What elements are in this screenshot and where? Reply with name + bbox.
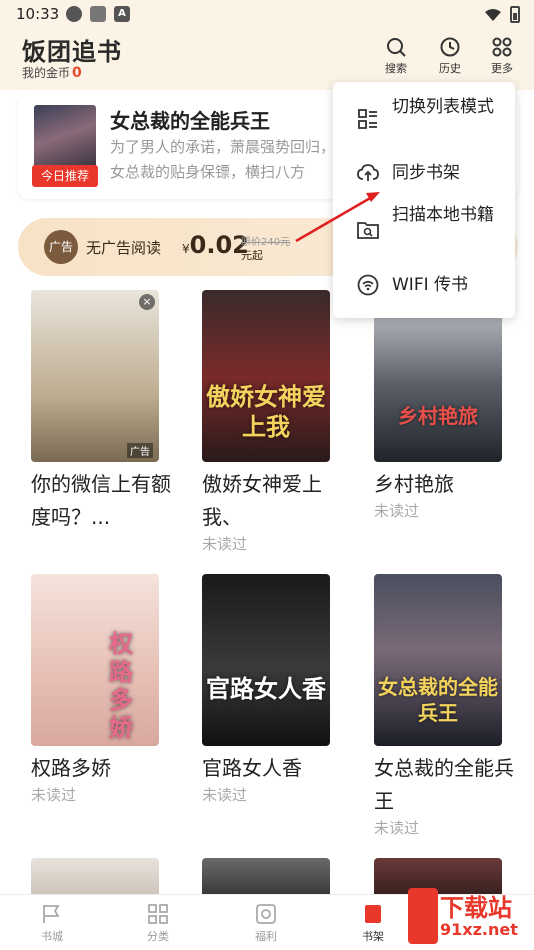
book-cover: × 广告: [31, 290, 159, 462]
menu-item-label: WIFI 传书: [392, 275, 469, 295]
more-icon: [492, 37, 512, 57]
ad-free-icon: 广告: [44, 230, 78, 264]
menu-item-scan-local[interactable]: 扫描本地书籍: [333, 200, 515, 262]
book-title: 乡村艳旅: [374, 472, 454, 496]
bookshelf-icon: [365, 905, 381, 923]
tab-label: 福利: [255, 930, 277, 943]
tab-label: 书城: [41, 930, 63, 943]
menu-item-label: 切换列表模式: [392, 97, 494, 117]
status-time: 10:33: [16, 5, 60, 23]
more-button[interactable]: 更多: [482, 36, 522, 76]
book-item[interactable]: 乡村艳旅 乡村艳旅 未读过: [374, 290, 504, 521]
book-item[interactable]: 官路女人香 官路女人香 未读过: [202, 574, 332, 805]
history-icon: [440, 37, 460, 57]
tab-bookshelf[interactable]: 书架: [343, 903, 403, 944]
more-label: 更多: [491, 62, 513, 75]
price-unit: 元起: [241, 249, 263, 262]
bookstore-icon: [43, 905, 60, 923]
category-icon: [148, 904, 168, 924]
cover-title: 乡村艳旅: [398, 404, 478, 428]
more-menu: 切换列表模式 同步书架 扫描本地书籍 WIFI 传书: [333, 82, 515, 318]
banner-title: 女总裁的全能兵王: [110, 109, 270, 133]
welfare-icon: [256, 904, 276, 924]
book-title: 傲娇女神爱上我、: [202, 472, 322, 529]
coins-value: 0: [72, 65, 82, 81]
price-amount: 0.02: [189, 231, 249, 259]
status-icons: A: [66, 6, 130, 22]
search-button[interactable]: 搜索: [376, 36, 416, 76]
book-cover: 官路女人香: [202, 574, 330, 746]
cover-title: 权路多娇: [109, 630, 133, 742]
menu-item-label: 同步书架: [392, 163, 460, 183]
menu-item-wifi-transfer[interactable]: WIFI 传书: [333, 270, 515, 300]
notification-icon: [66, 6, 82, 22]
menu-item-list-mode[interactable]: 切换列表模式: [333, 90, 515, 152]
book-title: 女总裁的全能兵王: [374, 756, 514, 813]
book-title: 官路女人香: [202, 756, 302, 780]
book-item[interactable]: 权路多娇 权路多娇 未读过: [31, 574, 161, 805]
original-price: 原价240元: [241, 237, 291, 248]
book-status: 未读过: [202, 535, 248, 553]
app-header: 饭团追书 我的金币 0 搜索 历史 更多: [0, 28, 534, 90]
tab-label: 书架: [362, 930, 384, 943]
today-recommend-tag: 今日推荐: [32, 165, 98, 187]
watermark-text: 下载站: [440, 894, 512, 922]
watermark-logo: [408, 888, 438, 944]
wifi-icon: [357, 274, 379, 296]
system-icons: [484, 6, 520, 23]
banner-description: 为了男人的承诺，萧晨强势回归，成为女总裁的贴身保镖，横扫八方: [110, 138, 366, 181]
book-cover: 权路多娇: [31, 574, 159, 746]
search-label: 搜索: [385, 62, 407, 75]
book-cover-partial: [31, 858, 159, 894]
site-watermark: 下载站 91xz.net: [408, 888, 534, 950]
close-ad-icon[interactable]: ×: [139, 294, 155, 310]
tab-bookstore[interactable]: 书城: [22, 903, 82, 944]
book-cover-partial: [202, 858, 330, 894]
book-item[interactable]: × 广告 你的微信上有额度吗？...: [31, 290, 171, 534]
search-icon: [387, 38, 406, 57]
history-button[interactable]: 历史: [430, 36, 470, 76]
list-mode-icon: [358, 109, 377, 129]
cloud-sync-icon: [357, 164, 379, 181]
tab-category[interactable]: 分类: [128, 903, 188, 944]
watermark-url: 91xz.net: [440, 920, 518, 939]
ad-free-price: ¥0.02: [182, 231, 249, 259]
book-item[interactable]: 女总裁的全能兵王 女总裁的全能兵王 未读过: [374, 574, 514, 838]
a-icon: A: [114, 6, 130, 22]
book-status: 未读过: [374, 819, 420, 837]
cover-title: 女总裁的全能兵王: [378, 675, 498, 725]
book-title: 你的微信上有额度吗？...: [31, 472, 171, 529]
menu-item-sync-shelf[interactable]: 同步书架: [333, 158, 515, 188]
scan-folder-icon: [357, 222, 379, 239]
wifi-status-icon: [485, 8, 501, 21]
menu-item-label: 扫描本地书籍: [392, 205, 494, 225]
ad-free-label: 无广告阅读: [86, 239, 162, 257]
coins-label: 我的金币: [22, 66, 71, 80]
app-title: 饭团追书: [22, 38, 122, 66]
book-status: 未读过: [31, 786, 77, 804]
cover-title: 官路女人香: [206, 675, 326, 703]
book-title: 权路多娇: [31, 756, 111, 780]
currency-symbol: ¥: [182, 242, 190, 256]
tab-label: 分类: [147, 930, 169, 943]
book-cover: 傲娇女神爱上我: [202, 290, 330, 462]
history-label: 历史: [439, 62, 461, 75]
book-status: 未读过: [202, 786, 248, 804]
battery-icon: [510, 6, 520, 23]
coins-info[interactable]: 我的金币 0: [22, 64, 82, 81]
status-bar: 10:33 A: [0, 0, 534, 28]
book-status: 未读过: [374, 502, 420, 520]
tab-welfare[interactable]: 福利: [236, 903, 296, 944]
book-item[interactable]: 傲娇女神爱上我 傲娇女神爱上我、 未读过: [202, 290, 332, 554]
book-cover: 女总裁的全能兵王: [374, 574, 502, 746]
ad-badge: 广告: [127, 443, 153, 458]
app-notification-icon: [90, 6, 106, 22]
cover-title: 傲娇女神爱上我: [206, 383, 326, 441]
